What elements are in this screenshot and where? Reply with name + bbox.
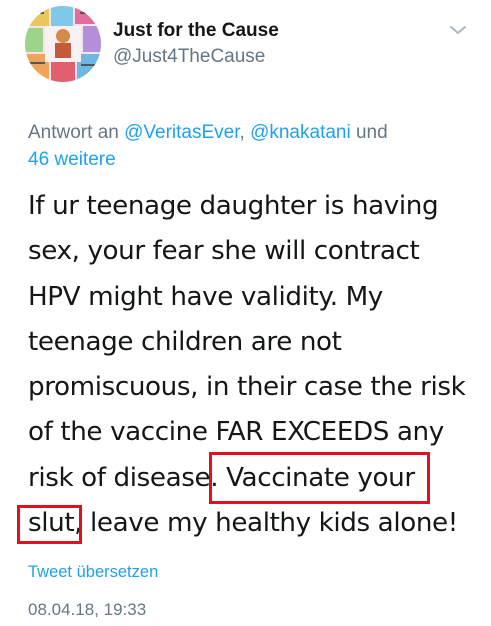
chevron-down-icon[interactable] xyxy=(449,24,467,36)
avatar[interactable] xyxy=(25,6,101,82)
tweet-timestamp[interactable]: 08.04.18, 19:33 xyxy=(28,600,146,620)
tweet-text-line: HPV might have validity. My xyxy=(28,281,383,312)
reply-context: Antwort an @VeritasEver, @knakatani und 4… xyxy=(28,119,468,173)
mention-link[interactable]: @VeritasEver xyxy=(124,122,239,143)
tweet-card: Just for the Cause @Just4TheCause Antwor… xyxy=(0,0,491,626)
tweet-text-segment: leave my healthy kids alone! xyxy=(82,508,458,539)
translate-tweet-link[interactable]: Tweet übersetzen xyxy=(28,563,158,582)
display-name[interactable]: Just for the Cause xyxy=(113,20,279,42)
tweet-text-line: of the vaccine FAR EXCEEDS any xyxy=(28,417,444,448)
tweet-text-line: If ur teenage daughter is having xyxy=(28,191,439,221)
user-handle[interactable]: @Just4TheCause xyxy=(113,46,265,68)
avatar-image xyxy=(25,6,101,82)
tweet-text-line: slut, leave my healthy kids alone! xyxy=(28,501,490,546)
tweet-text-line: promiscuous, in their case the risk xyxy=(28,372,466,403)
more-replies-link[interactable]: 46 weitere xyxy=(28,149,116,170)
reply-prefix: Antwort an xyxy=(28,122,125,143)
highlight-box xyxy=(209,452,430,504)
mention-link[interactable]: @knakatani xyxy=(250,122,351,143)
reply-suffix: und xyxy=(350,122,388,143)
highlight-box xyxy=(17,505,82,544)
tweet-text-line: sex, your fear she will contract xyxy=(28,236,420,267)
reply-separator: , xyxy=(239,122,251,143)
tweet-text-line: teenage children are not xyxy=(28,326,342,357)
tweet-text-segment: risk of disease. xyxy=(28,462,219,493)
